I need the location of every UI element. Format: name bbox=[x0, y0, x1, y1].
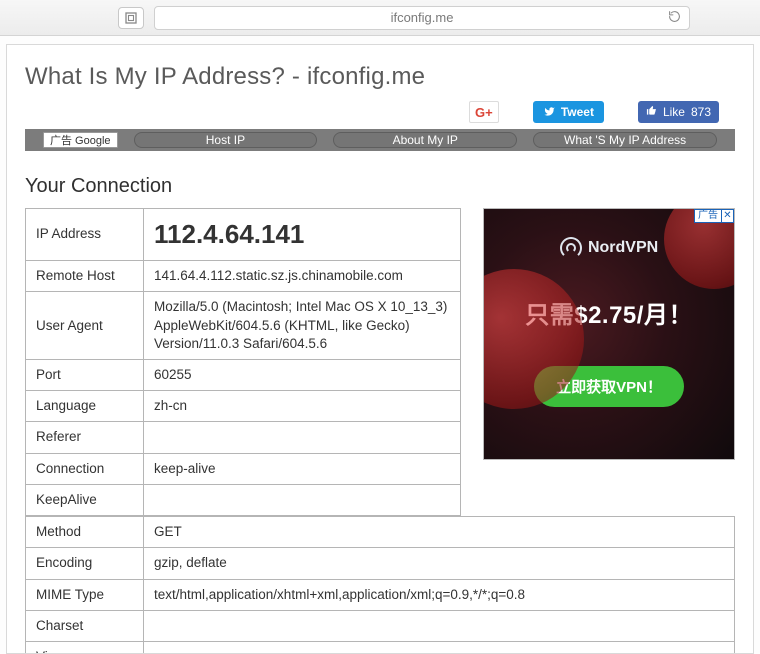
table-row: Languagezh-cn bbox=[26, 391, 461, 422]
row-label: Encoding bbox=[26, 548, 144, 579]
connection-info-table-top: IP Address112.4.64.141Remote Host141.64.… bbox=[25, 208, 461, 516]
row-value bbox=[144, 641, 735, 654]
table-row: KeepAlive bbox=[26, 484, 461, 515]
ad-badge-label: 广告 bbox=[694, 209, 722, 223]
row-label: MIME Type bbox=[26, 579, 144, 610]
fb-like-count: 873 bbox=[691, 105, 711, 119]
thumb-up-icon bbox=[646, 105, 657, 119]
browser-chrome: ifconfig.me bbox=[0, 0, 760, 36]
table-row: Referer bbox=[26, 422, 461, 453]
table-row: Encodinggzip, deflate bbox=[26, 548, 735, 579]
row-label: Method bbox=[26, 517, 144, 548]
ad-nav-bar: 广告 Google Host IP About My IP What 'S My… bbox=[25, 129, 735, 151]
row-label: Port bbox=[26, 359, 144, 390]
row-value: Mozilla/5.0 (Macintosh; Intel Mac OS X 1… bbox=[144, 292, 461, 360]
connection-info-table-bottom: MethodGETEncodinggzip, deflateMIME Typet… bbox=[25, 516, 735, 654]
tweet-button[interactable]: Tweet bbox=[533, 101, 604, 123]
row-label: Charset bbox=[26, 610, 144, 641]
row-value: 60255 bbox=[144, 359, 461, 390]
table-row: Port60255 bbox=[26, 359, 461, 390]
table-row: Connectionkeep-alive bbox=[26, 453, 461, 484]
table-row: IP Address112.4.64.141 bbox=[26, 209, 461, 261]
row-value bbox=[144, 610, 735, 641]
twitter-icon bbox=[543, 105, 556, 120]
row-label: Language bbox=[26, 391, 144, 422]
facebook-like-button[interactable]: Like 873 bbox=[638, 101, 719, 123]
ads-by-google-badge[interactable]: 广告 Google bbox=[43, 132, 118, 148]
section-heading: Your Connection bbox=[25, 175, 735, 198]
page-title: What Is My IP Address? - ifconfig.me bbox=[25, 63, 735, 91]
row-value: 141.64.4.112.static.sz.js.chinamobile.co… bbox=[144, 261, 461, 292]
row-value bbox=[144, 422, 461, 453]
table-row: Via bbox=[26, 641, 735, 654]
nav-link-about-my-ip[interactable]: About My IP bbox=[333, 132, 517, 148]
row-value: keep-alive bbox=[144, 453, 461, 484]
row-value: zh-cn bbox=[144, 391, 461, 422]
social-buttons: G+ Tweet Like 873 bbox=[25, 101, 735, 123]
row-value: GET bbox=[144, 517, 735, 548]
page-body: What Is My IP Address? - ifconfig.me G+ … bbox=[6, 44, 754, 654]
nordvpn-icon bbox=[560, 237, 582, 259]
reload-icon[interactable] bbox=[668, 10, 681, 26]
row-value: 112.4.64.141 bbox=[144, 209, 461, 261]
url-text: ifconfig.me bbox=[391, 10, 454, 25]
row-value bbox=[144, 484, 461, 515]
table-row: MethodGET bbox=[26, 517, 735, 548]
row-label: IP Address bbox=[26, 209, 144, 261]
table-row: MIME Typetext/html,application/xhtml+xml… bbox=[26, 579, 735, 610]
ad-close-icon[interactable]: ✕ bbox=[722, 209, 734, 223]
nav-link-whats-my-ip[interactable]: What 'S My IP Address bbox=[533, 132, 717, 148]
ad-badge: 广告 ✕ bbox=[694, 209, 734, 223]
row-value: gzip, deflate bbox=[144, 548, 735, 579]
address-bar[interactable]: ifconfig.me bbox=[154, 6, 690, 30]
table-row: User AgentMozilla/5.0 (Macintosh; Intel … bbox=[26, 292, 461, 360]
row-value: text/html,application/xhtml+xml,applicat… bbox=[144, 579, 735, 610]
tweet-label: Tweet bbox=[561, 105, 594, 119]
row-label: Referer bbox=[26, 422, 144, 453]
row-label: Via bbox=[26, 641, 144, 654]
table-row: Remote Host141.64.4.112.static.sz.js.chi… bbox=[26, 261, 461, 292]
fb-like-label: Like bbox=[663, 105, 685, 119]
google-plus-button[interactable]: G+ bbox=[469, 101, 499, 123]
row-label: KeepAlive bbox=[26, 484, 144, 515]
reader-mode-button[interactable] bbox=[118, 7, 144, 29]
row-label: Remote Host bbox=[26, 261, 144, 292]
row-label: Connection bbox=[26, 453, 144, 484]
vpn-ad[interactable]: 广告 ✕ NordVPN 只需$2.75/月！ 立即获取VPN！ bbox=[483, 208, 735, 460]
gplus-label: G+ bbox=[475, 105, 493, 120]
nav-link-host-ip[interactable]: Host IP bbox=[134, 132, 318, 148]
table-row: Charset bbox=[26, 610, 735, 641]
row-label: User Agent bbox=[26, 292, 144, 360]
ad-brand-text: NordVPN bbox=[588, 239, 658, 257]
